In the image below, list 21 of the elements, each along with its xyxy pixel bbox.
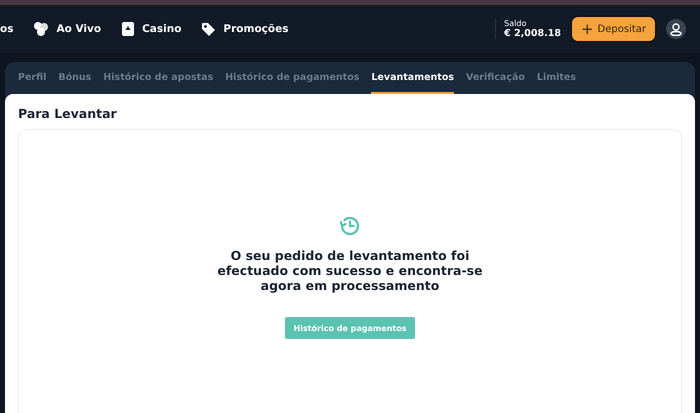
- balance-label: Saldo: [504, 19, 528, 28]
- tab[interactable]: Histórico de apostas: [103, 62, 214, 94]
- balance-amount: € 2,008.18: [504, 28, 561, 39]
- nav-link[interactable]: os: [0, 23, 14, 35]
- nav-link[interactable]: Casino: [121, 21, 182, 37]
- tab[interactable]: Bónus: [58, 62, 92, 94]
- tag-icon: [201, 22, 216, 36]
- panel-title: Para Levantar: [18, 106, 118, 121]
- card-icon: [121, 21, 136, 37]
- tab[interactable]: Limites: [536, 62, 576, 94]
- history-icon: [338, 214, 362, 238]
- tab[interactable]: Perfil: [18, 62, 46, 94]
- nav-link[interactable]: Ao Vivo: [33, 21, 102, 37]
- nav-link[interactable]: Promoções: [201, 22, 288, 36]
- tab[interactable]: Histórico de pagamentos: [225, 62, 360, 94]
- user-avatar-icon[interactable]: [666, 19, 686, 39]
- success-message: O seu pedido de levantamento foi efectuado com sucesso e encontra-se agora em processamento: [216, 248, 484, 293]
- tab[interactable]: Verificação: [466, 62, 525, 94]
- payment-history-button[interactable]: Histórico de pagamentos: [284, 317, 416, 339]
- deposit-button[interactable]: + Depositar: [570, 16, 656, 42]
- chips-icon: [33, 21, 50, 37]
